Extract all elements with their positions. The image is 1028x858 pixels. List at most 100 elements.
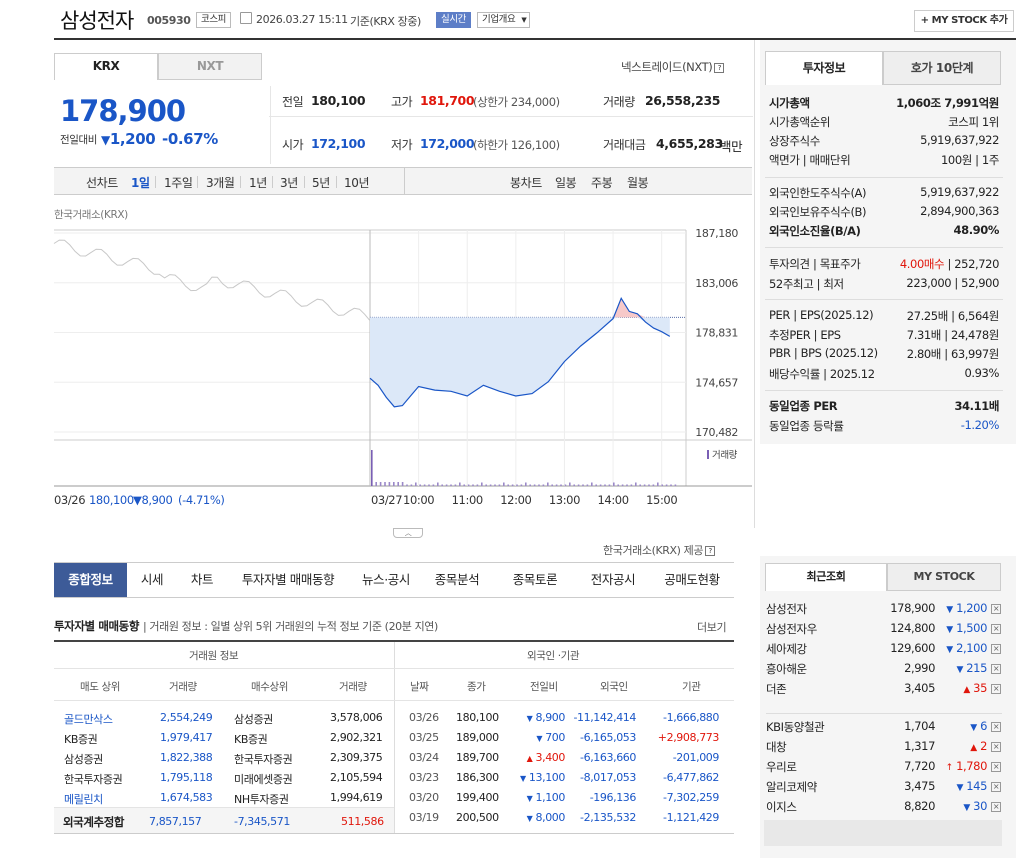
recent-name: 우리로 — [766, 760, 797, 774]
col-institution: 기관 — [682, 681, 701, 693]
sector-chg-value: -1.20% — [960, 418, 1000, 432]
volume-bar — [520, 484, 523, 486]
foreign-total-label: 외국계추정합 — [63, 815, 125, 829]
sell-broker[interactable]: 메릴린치 — [64, 791, 103, 807]
recent-price: 3,475 — [904, 779, 935, 793]
trading-desc-text: 거래원 정보 : 일별 상위 5위 거래원의 누적 정보 기준 (20분 지연) — [149, 620, 438, 633]
tab-recent[interactable]: 최근조회 — [765, 563, 887, 591]
close-icon[interactable]: × — [991, 624, 1001, 634]
volume-bar — [498, 484, 501, 486]
close-icon[interactable]: × — [991, 782, 1001, 792]
add-mystock-button[interactable]: + MY STOCK 추가 — [914, 10, 1014, 32]
trading-desc: | 거래원 정보 : 일별 상위 5위 거래원의 누적 정보 기준 (20분 지… — [143, 620, 438, 633]
down-arrow-icon: ▼ — [520, 774, 526, 783]
recent-name: 삼성전자 — [766, 602, 807, 616]
x-tick-label: 11:00 — [452, 493, 483, 507]
sell-volume: 1,674,583 — [160, 791, 213, 804]
recent-item[interactable]: 알리코제약 3,475 ▼ 145 × — [766, 779, 1003, 799]
close-icon[interactable]: × — [991, 604, 1001, 614]
close-icon[interactable]: × — [991, 742, 1001, 752]
daily-foreign: -6,163,660 — [580, 751, 636, 764]
tab-news[interactable]: 뉴스·공시 — [354, 563, 418, 597]
tab-hoga[interactable]: 호가 10단계 — [883, 51, 1001, 85]
daily-foreign: -11,142,414 — [573, 711, 636, 724]
more-link[interactable]: 더보기 — [697, 619, 727, 635]
tab-disclosure[interactable]: 전자공시 — [580, 563, 646, 597]
est-per-row: 추정PER | EPS 7.31배 | 24,478원 — [769, 327, 999, 345]
close-icon[interactable]: × — [991, 664, 1001, 674]
par-row: 액면가 | 매매단위 100원 | 1주 — [769, 152, 999, 170]
buy-broker[interactable]: 삼성증권 — [234, 711, 273, 727]
recent-item[interactable]: 삼성전자 178,900 ▼ 1,200 × — [766, 601, 1003, 621]
foreign-total-buy: -7,345,571 — [234, 815, 290, 828]
close-icon[interactable]: × — [991, 722, 1001, 732]
recent-item[interactable]: 이지스 8,820 ▼ 30 × — [766, 799, 1003, 819]
sell-broker[interactable]: KB증권 — [64, 731, 98, 747]
div-value: 0.93% — [964, 366, 999, 380]
buy-broker[interactable]: 미래에셋증권 — [234, 771, 293, 787]
collapse-chart-button[interactable]: ︿ — [393, 528, 423, 538]
week52-row: 52주최고 | 최저 223,000 | 52,900 — [769, 276, 999, 294]
recent-item[interactable]: 삼성전자우 124,800 ▼ 1,500 × — [766, 621, 1003, 641]
cap-rank-value: 코스피 1위 — [948, 115, 999, 129]
recent-footer-bar — [764, 820, 1002, 846]
pbr-value: 2.80배 | 63,997원 — [906, 347, 1000, 361]
tab-invest-info[interactable]: 투자정보 — [765, 51, 883, 85]
daily-close: 199,400 — [456, 791, 499, 804]
up-arrow-icon: ▲ — [526, 754, 533, 763]
cap-rank-label: 시가총액순위 — [769, 115, 831, 129]
foreign-ratio-label: 외국인소진율(B/A) — [769, 224, 861, 238]
table-divider — [54, 700, 734, 701]
tab-price[interactable]: 시세 — [132, 563, 172, 597]
recent-item[interactable]: 우리로 7,720 ↑ 1,780 × — [766, 759, 1003, 779]
volume-bar — [569, 482, 571, 486]
sell-broker[interactable]: 삼성증권 — [64, 751, 103, 767]
opinion-row: 투자의견 | 목표주가 4.00매수 | 252,720 — [769, 257, 999, 271]
recent-item[interactable]: 더존 3,405 ▲ 35 × — [766, 681, 1003, 701]
sector-per-row[interactable]: 동일업종 PER 34.11배 — [769, 398, 999, 416]
sell-broker[interactable]: 골드만삭스 — [64, 711, 113, 727]
close-icon[interactable]: × — [991, 762, 1001, 772]
tab-analysis[interactable]: 종목분석 — [424, 563, 490, 597]
col-sell-vol: 거래량 — [169, 681, 197, 693]
prev-day-line — [53, 239, 371, 322]
buy-broker[interactable]: 한국투자증권 — [234, 751, 293, 767]
sell-broker[interactable]: 한국투자증권 — [64, 771, 123, 787]
recent-item[interactable]: 대창 1,317 ▲ 2 × — [766, 739, 1003, 759]
sell-volume: 2,554,249 — [160, 711, 213, 724]
cap-rank-row[interactable]: 시가총액순위 코스피 1위 — [769, 114, 999, 132]
recent-name: 대창 — [766, 740, 787, 754]
volume-bar — [542, 484, 545, 486]
volume-bar — [670, 484, 672, 486]
buy-broker[interactable]: NH투자증권 — [234, 791, 289, 807]
recent-price: 3,405 — [904, 681, 935, 695]
tab-investor-trend[interactable]: 투자자별 매매동향 — [230, 563, 346, 597]
volume-bar — [503, 482, 505, 486]
recent-item[interactable]: KBI동양철관 1,704 ▼ 6 × — [766, 719, 1003, 739]
buy-broker[interactable]: KB증권 — [234, 731, 268, 747]
close-icon[interactable]: × — [991, 684, 1001, 694]
recent-name: 이지스 — [766, 800, 797, 814]
volume-bar — [423, 484, 426, 486]
volume-bar — [450, 484, 452, 486]
volume-bar — [547, 482, 549, 486]
volume-bar — [674, 484, 677, 486]
sector-chg-row[interactable]: 동일업종 등락률 -1.20% — [769, 418, 999, 436]
divider — [765, 299, 1003, 300]
tab-chart[interactable]: 차트 — [182, 563, 222, 597]
close-icon[interactable]: × — [991, 802, 1001, 812]
help-icon: ? — [705, 546, 716, 556]
daily-institution: +2,908,773 — [657, 731, 720, 744]
est-per-label: 추정PER | EPS — [769, 328, 841, 342]
volume-bar — [586, 484, 589, 486]
tab-discussion[interactable]: 종목토론 — [502, 563, 568, 597]
daily-date: 03/24 — [409, 751, 439, 764]
recent-item[interactable]: 세아제강 129,600 ▼ 2,100 × — [766, 641, 1003, 661]
tab-mystock[interactable]: MY STOCK — [887, 563, 1001, 591]
recent-price: 1,317 — [904, 739, 935, 753]
recent-item[interactable]: 흥아해운 2,990 ▼ 215 × — [766, 661, 1003, 681]
close-icon[interactable]: × — [991, 644, 1001, 654]
tab-overview[interactable]: 종합정보 — [54, 563, 127, 597]
tab-short-selling[interactable]: 공매도현황 — [657, 563, 727, 597]
prev-day-pct: (-4.71%) — [178, 493, 224, 507]
